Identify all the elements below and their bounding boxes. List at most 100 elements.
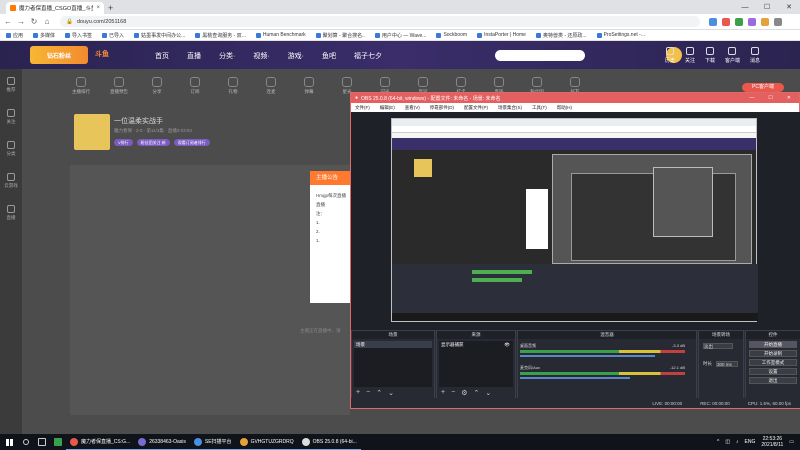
bookmark-item[interactable]: 黑桃查询服务 - 双... [195, 32, 246, 39]
bookmark-item[interactable]: ProSettings.net -... [596, 32, 645, 38]
extension-icon[interactable] [722, 17, 730, 26]
obs-menu-item[interactable]: 停靠部件(D) [430, 105, 454, 111]
extension-icon[interactable] [748, 17, 756, 26]
new-tab-button[interactable]: + [108, 3, 113, 13]
nav-item[interactable]: 游戏· [288, 51, 304, 61]
nav-item[interactable]: 首页 [155, 51, 169, 61]
obs-maximize-button[interactable]: ☐ [768, 95, 772, 101]
back-icon[interactable]: ← [4, 17, 12, 26]
extension-icon[interactable] [709, 17, 717, 26]
start-streaming-button[interactable]: 开始直播 [749, 341, 797, 348]
bookmark-item[interactable]: 多媒体 [33, 32, 55, 39]
scene-item[interactable]: 场景 [354, 341, 432, 348]
chevron-up-icon[interactable]: ^ [717, 439, 719, 445]
sidebar-item[interactable]: 关注 [7, 109, 16, 125]
nav-item[interactable]: 分类· [219, 51, 235, 61]
network-icon[interactable]: ◫ [725, 439, 730, 445]
obs-menu-item[interactable]: 配置文件(P) [464, 105, 488, 111]
obs-menu-item[interactable]: 查看(V) [405, 105, 420, 111]
bookmark-item[interactable]: InstaPorter | Home [477, 32, 526, 38]
obs-minimize-button[interactable]: — [749, 95, 754, 101]
add-icon[interactable]: + [356, 389, 360, 397]
tab-close-icon[interactable]: × [96, 5, 100, 11]
gear-icon[interactable]: ⚙ [461, 389, 467, 397]
anchor-tag[interactable]: 粉丝团关注 新 [136, 139, 170, 146]
settings-button[interactable]: 设置 [749, 368, 797, 375]
bookmark-item[interactable]: 用户中心 — Wave... [374, 32, 426, 39]
url-field[interactable]: 🔒 douyu.com/2051168 [60, 16, 700, 27]
taskbar-task[interactable]: GVHGTUZGRDRQ [235, 434, 298, 450]
volume-slider[interactable] [520, 377, 630, 379]
remove-icon[interactable]: − [451, 389, 455, 397]
obs-menu-item[interactable]: 文件(F) [355, 105, 370, 111]
taskbar-task[interactable]: OBS 25.0.8 (64-bi... [297, 434, 361, 450]
toolbar-item[interactable]: 订阅 [184, 77, 206, 101]
taskbar-task[interactable]: 26338463-Oasis [134, 434, 190, 450]
down-icon[interactable]: ⌄ [485, 389, 491, 397]
user-menu-item[interactable]: 消息 [750, 47, 760, 64]
minimize-button[interactable]: — [734, 0, 756, 14]
toolbar-item[interactable]: 分享 [146, 77, 168, 101]
toolbar-item[interactable]: 直播预告 [108, 77, 130, 101]
up-icon[interactable]: ⌃ [473, 389, 479, 397]
anchor-tag[interactable]: V排行 [114, 139, 133, 146]
sidebar-item[interactable]: 推荐 [7, 77, 16, 93]
nav-item[interactable]: 福子七夕 [354, 51, 382, 61]
bookmark-item[interactable]: 聚划算 - 聚合搜名.. [315, 32, 365, 39]
user-menu-item[interactable]: 下载 [705, 47, 715, 64]
obs-menu-item[interactable]: 工具(T) [532, 105, 547, 111]
toolbar-item[interactable]: 连麦 [260, 77, 282, 101]
extension-icon[interactable] [761, 17, 769, 26]
sidebar-item[interactable]: 直播 [7, 205, 16, 221]
maximize-button[interactable]: ☐ [756, 0, 778, 14]
video-player[interactable] [70, 165, 350, 415]
close-button[interactable]: ✕ [778, 0, 800, 14]
sidebar-item[interactable]: 分类 [7, 141, 16, 157]
sidebar-item[interactable]: 云游戏 [4, 173, 18, 189]
obs-close-button[interactable]: ✕ [787, 95, 791, 101]
nav-item[interactable]: 鱼吧 [322, 51, 336, 61]
clock[interactable]: 22:53:26 2021/8/11 [761, 436, 783, 448]
transition-select[interactable]: 淡出 [703, 343, 733, 349]
bookmark-item[interactable]: 导入书签 [65, 32, 92, 39]
start-button[interactable] [0, 434, 18, 450]
user-menu-item[interactable]: 历史 [665, 47, 675, 64]
start-recording-button[interactable]: 开始录制 [749, 350, 797, 357]
toolbar-item[interactable]: 弹幕 [298, 77, 320, 101]
toolbar-item[interactable]: 礼物 [222, 77, 244, 101]
source-item[interactable]: 显示器捕获 👁 [439, 341, 513, 348]
user-menu-item[interactable]: 客户端 [725, 47, 740, 64]
search-input[interactable] [495, 50, 585, 61]
reload-icon[interactable]: ↻ [30, 17, 38, 26]
bookmark-item[interactable]: 姑墨事发中间办公... [134, 32, 185, 39]
search-icon[interactable] [18, 434, 34, 450]
toolbar-item[interactable]: 主播排行 [70, 77, 92, 101]
taskbar-task[interactable]: SE扫描平台 [189, 434, 236, 450]
home-icon[interactable]: ⌂ [43, 17, 51, 26]
nav-item[interactable]: 直播 [187, 51, 201, 61]
browser-tab[interactable]: 魔力者保直播_CSGO直播_斗鱼直 × [6, 2, 104, 14]
douyu-logo[interactable]: 钻石粉丝 [30, 46, 88, 64]
bookmark-item[interactable]: 应用 [6, 32, 23, 39]
nav-item[interactable]: 视频· [253, 51, 269, 61]
task-view-icon[interactable] [34, 434, 50, 450]
extension-icon[interactable] [735, 17, 743, 26]
anchor-tag[interactable]: 观看订阅者排行 [173, 139, 210, 146]
obs-preview[interactable] [351, 112, 800, 330]
user-menu-item[interactable]: 关注 [685, 47, 695, 64]
douyu-brand[interactable]: 斗鱼 [95, 49, 109, 59]
duration-input[interactable]: 300 ms [716, 361, 738, 367]
add-icon[interactable]: + [441, 389, 445, 397]
obs-menu-item[interactable]: 场景集合(S) [498, 105, 522, 111]
anchor-avatar[interactable] [74, 114, 110, 150]
app-icon[interactable] [50, 434, 66, 450]
obs-menu-item[interactable]: 帮助(H) [557, 105, 572, 111]
up-icon[interactable]: ⌃ [376, 389, 382, 397]
bookmark-item[interactable]: Human Benchmark [255, 32, 306, 38]
bookmark-item[interactable]: Sockboom [436, 32, 467, 38]
forward-icon[interactable]: → [17, 17, 25, 26]
volume-slider[interactable] [520, 355, 655, 357]
exit-button[interactable]: 退出 [749, 377, 797, 384]
language-indicator[interactable]: ENG [745, 439, 756, 445]
notification-icon[interactable]: ▭ [789, 439, 794, 445]
